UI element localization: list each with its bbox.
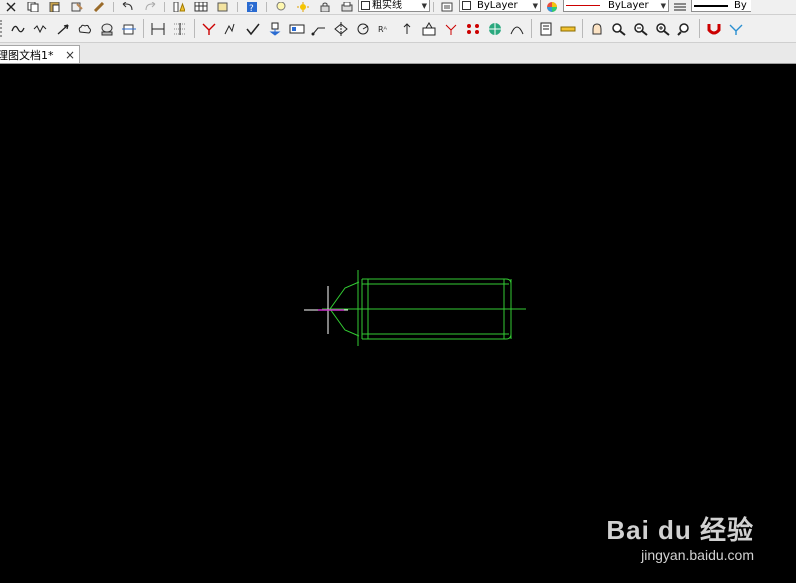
draw-toolbar: Rᴬ [0, 15, 796, 43]
angle-icon[interactable] [352, 15, 374, 42]
standard-toolbar: ? 粗实线 ▼ ByLayer ▼ ByLayer ▼ By [0, 0, 796, 15]
dimension-grid-icon[interactable] [169, 15, 191, 42]
lightbulb-icon[interactable] [270, 0, 292, 14]
center-line-icon[interactable] [118, 15, 140, 42]
brush-icon[interactable] [88, 0, 110, 14]
zoom-extents-icon[interactable] [652, 15, 674, 42]
zoom-realtime-icon[interactable] [608, 15, 630, 42]
toolbar-separator [194, 19, 195, 38]
roughness-icon[interactable] [220, 15, 242, 42]
sun-icon[interactable] [292, 0, 314, 14]
document-tab-title: 理图文档1* [0, 48, 54, 62]
layer-warning-icon[interactable] [168, 0, 190, 14]
zoom-previous-icon[interactable] [674, 15, 696, 42]
help-icon[interactable]: ? [241, 0, 263, 14]
hatch-icon[interactable] [96, 15, 118, 42]
magnet-icon[interactable] [703, 15, 725, 42]
layer-manager-icon[interactable] [437, 0, 459, 14]
cloud-icon[interactable] [74, 15, 96, 42]
toolbar-separator [164, 2, 165, 12]
lineweight-label: By [734, 0, 747, 11]
toolbar-separator [699, 19, 700, 38]
drawing-canvas[interactable]: Bai du 经验 jingyan.baidu.com [0, 64, 796, 579]
color-label: ByLayer [477, 0, 518, 11]
toolbar-separator [113, 2, 114, 12]
spline-icon[interactable] [8, 15, 30, 42]
pan-icon[interactable] [586, 15, 608, 42]
close-icon[interactable]: × [65, 48, 75, 62]
svg-text:Rᴬ: Rᴬ [378, 25, 388, 34]
linetype-label: 粗实线 [372, 0, 402, 11]
watermark-logo: Bai du 经验 [606, 515, 754, 545]
arc-icon[interactable] [506, 15, 528, 42]
table-icon[interactable] [190, 0, 212, 14]
part-number-icon[interactable] [418, 15, 440, 42]
match-properties-icon[interactable] [66, 0, 88, 14]
linetype-preview [566, 5, 600, 6]
chevron-down-icon: ▼ [532, 1, 538, 10]
dimension-linear-icon[interactable] [147, 15, 169, 42]
shaft-drawing [322, 270, 526, 346]
watermark-url: jingyan.baidu.com [641, 547, 754, 563]
print-icon[interactable] [336, 0, 358, 14]
linetype-bylayer-label: ByLayer [608, 0, 649, 11]
symmetry-icon[interactable] [440, 15, 462, 42]
color-wheel-icon[interactable] [541, 0, 563, 14]
document-tab-bar: 理图文档1* × [0, 43, 796, 64]
chevron-down-icon: ▼ [421, 1, 427, 10]
cut-icon[interactable] [0, 0, 22, 14]
snap-icon[interactable] [725, 15, 747, 42]
properties-icon[interactable] [535, 15, 557, 42]
document-tab[interactable]: 理图文档1* × [0, 45, 80, 63]
layer-lock-icon[interactable] [314, 0, 336, 14]
paste-icon[interactable] [44, 0, 66, 14]
array-icon[interactable] [462, 15, 484, 42]
layer-color-swatch [361, 1, 370, 10]
lineweight-icon[interactable] [669, 0, 691, 14]
color-combo[interactable]: ByLayer ▼ [459, 0, 541, 12]
color-swatch [462, 1, 471, 10]
toolbar-grip[interactable] [0, 20, 6, 37]
wave-line-icon[interactable] [30, 15, 52, 42]
block-icon[interactable] [212, 0, 234, 14]
toolbar-separator [237, 2, 238, 12]
weld-symbol-icon[interactable] [330, 15, 352, 42]
lineweight-combo[interactable]: By [691, 0, 751, 12]
leader-icon[interactable] [308, 15, 330, 42]
linetype-bylayer-combo[interactable]: ByLayer ▼ [563, 0, 669, 12]
lineweight-preview [694, 4, 728, 7]
target-icon[interactable] [484, 15, 506, 42]
drawing-svg [304, 270, 526, 346]
copy-icon[interactable] [22, 0, 44, 14]
trim-icon[interactable] [198, 15, 220, 42]
chevron-down-icon: ▼ [660, 1, 666, 10]
datum-icon[interactable] [264, 15, 286, 42]
toolbar-separator [266, 2, 267, 12]
toolbar-separator [143, 19, 144, 38]
redo-icon[interactable] [139, 0, 161, 14]
toolbar-separator [531, 19, 532, 38]
svg-text:?: ? [249, 4, 254, 12]
baidu-watermark: Bai du 经验 jingyan.baidu.com [606, 510, 754, 563]
arrow-line-icon[interactable] [52, 15, 74, 42]
undo-icon[interactable] [117, 0, 139, 14]
toolbar-separator [433, 2, 434, 12]
toolbar-separator [582, 19, 583, 38]
measure-icon[interactable] [557, 15, 579, 42]
tolerance-frame-icon[interactable] [286, 15, 308, 42]
text-ra-icon[interactable]: Rᴬ [374, 15, 396, 42]
linetype-combo[interactable]: 粗实线 ▼ [358, 0, 430, 12]
arrow-up-text-icon[interactable] [396, 15, 418, 42]
check-mark-icon[interactable] [242, 15, 264, 42]
zoom-window-icon[interactable] [630, 15, 652, 42]
